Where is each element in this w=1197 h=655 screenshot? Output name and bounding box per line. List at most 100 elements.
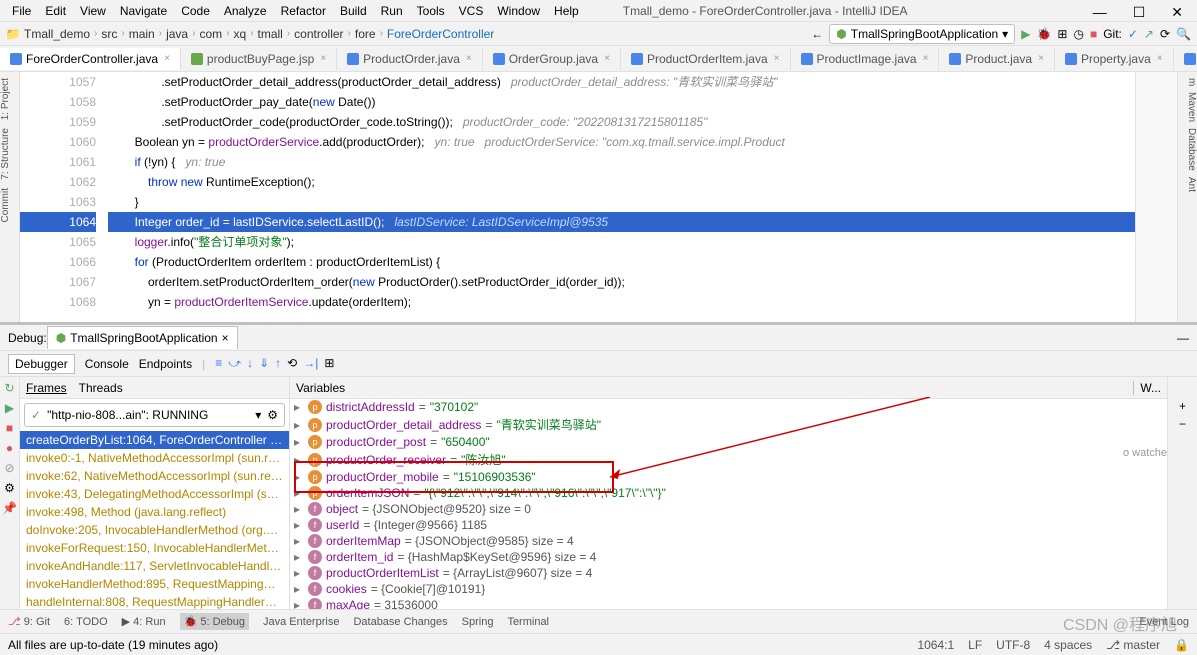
remove-watch-icon[interactable]: − [1179, 417, 1186, 431]
menu-help[interactable]: Help [548, 2, 585, 20]
editor-tab[interactable]: ProductOrder.java× [337, 48, 483, 70]
editor-tab[interactable]: ProductImage.java× [791, 48, 940, 70]
variable-row[interactable]: ▸fproductOrderItemList = {ArrayList@9607… [294, 565, 1167, 581]
close-tab-icon[interactable]: × [923, 53, 929, 64]
menu-build[interactable]: Build [334, 2, 373, 20]
variable-row[interactable]: ▸fuserId = {Integer@9566} 1185 [294, 517, 1167, 533]
resume-icon[interactable]: ▶ [5, 401, 14, 415]
variable-row[interactable]: ▸fcookies = {Cookie[7]@10191} [294, 581, 1167, 597]
crumb-class[interactable]: ForeOrderController [387, 27, 494, 41]
terminal-tool[interactable]: Terminal [507, 616, 549, 628]
editor-tab[interactable]: Property.java× [1055, 48, 1174, 70]
close-tab-icon[interactable]: × [164, 53, 170, 64]
watches-label[interactable]: W... [1133, 381, 1161, 395]
run-to-cursor-icon[interactable]: →| [303, 356, 318, 371]
variable-row[interactable]: ▸forderItemMap = {JSONObject@9585} size … [294, 533, 1167, 549]
run-icon[interactable]: ▶ [1021, 27, 1030, 41]
expand-icon[interactable]: ▸ [294, 418, 304, 432]
search-icon[interactable]: 🔍 [1176, 27, 1191, 41]
variable-row[interactable]: ▸pproductOrder_detail_address = "青软实训菜鸟驿… [294, 415, 1167, 434]
git-tool[interactable]: ⎇ 9: Git [8, 615, 50, 628]
close-tab-icon[interactable]: × [1038, 53, 1044, 64]
close-tab-icon[interactable]: × [774, 53, 780, 64]
todo-tool[interactable]: 6: TODO [64, 616, 108, 628]
close-tab-icon[interactable]: × [604, 53, 610, 64]
crumb[interactable]: Tmall_demo [24, 27, 90, 41]
variables-list[interactable]: ▸pdistrictAddressId = "370102"▸pproductO… [290, 399, 1167, 609]
endpoints-tab[interactable]: Endpoints [139, 357, 192, 371]
crumb[interactable]: controller [294, 27, 343, 41]
debug-icon[interactable]: 🐞 [1036, 27, 1051, 41]
console-tab[interactable]: Console [85, 357, 129, 371]
editor-tab[interactable]: ProductOrderItem.java× [621, 48, 791, 70]
frames-tab[interactable]: Frames [26, 381, 67, 395]
code-editor[interactable]: 1057105810591060106110621063106410651066… [20, 72, 1177, 322]
debug-tool[interactable]: 🐞 5: Debug [180, 613, 249, 630]
git-update-icon[interactable]: ✓ [1128, 27, 1138, 41]
maven-label[interactable]: Maven [1178, 92, 1197, 122]
expand-icon[interactable]: ▸ [294, 598, 304, 609]
variable-row[interactable]: ▸fmaxAge = 31536000 [294, 597, 1167, 609]
stack-frame[interactable]: doInvoke:205, InvocableHandlerMethod (or… [20, 521, 289, 539]
lock-icon[interactable]: 🔒 [1174, 638, 1189, 652]
debugger-tab[interactable]: Debugger [8, 354, 75, 374]
coverage-icon[interactable]: ⊞ [1057, 27, 1067, 41]
stack-frame[interactable]: invokeAndHandle:117, ServletInvocableHan… [20, 557, 289, 575]
expand-icon[interactable]: ▸ [294, 534, 304, 548]
git-push-icon[interactable]: ↗ [1144, 27, 1154, 41]
stack-frame[interactable]: invoke:62, NativeMethodAccessorImpl (sun… [20, 467, 289, 485]
git-branch[interactable]: ⎇ master [1106, 638, 1160, 652]
expand-icon[interactable]: ▸ [294, 470, 304, 484]
close-tab-icon[interactable]: × [1157, 53, 1163, 64]
menu-run[interactable]: Run [375, 2, 409, 20]
variable-row[interactable]: ▸pdistrictAddressId = "370102" [294, 399, 1167, 415]
expand-icon[interactable]: ▸ [294, 566, 304, 580]
add-watch-icon[interactable]: + [1179, 399, 1186, 413]
event-log[interactable]: Event Log [1139, 616, 1189, 628]
filter-icon[interactable]: ⚙ [267, 408, 278, 422]
structure-tool[interactable]: 7: Structure [0, 128, 19, 180]
variable-row[interactable]: ▸forderItem_id = {HashMap$KeySet@9596} s… [294, 549, 1167, 565]
close-tab-icon[interactable]: × [222, 331, 229, 345]
crumb[interactable]: com [199, 27, 222, 41]
crumb[interactable]: main [129, 27, 155, 41]
encoding[interactable]: UTF-8 [996, 638, 1030, 652]
editor-tab[interactable]: Proper× [1174, 48, 1197, 70]
expand-icon[interactable]: ▸ [294, 518, 304, 532]
step-out-icon[interactable]: ↑ [275, 356, 281, 371]
variable-row[interactable]: ▸pproductOrder_post = "650400" [294, 434, 1167, 450]
menu-window[interactable]: Window [491, 2, 546, 20]
database-tool[interactable]: Database [1178, 128, 1197, 171]
editor-tab[interactable]: productBuyPage.jsp× [181, 48, 337, 70]
editor-tab[interactable]: Product.java× [939, 48, 1055, 70]
maven-tool[interactable]: m [1178, 78, 1197, 86]
menu-code[interactable]: Code [175, 2, 216, 20]
stack-frame[interactable]: invoke0:-1, NativeMethodAccessorImpl (su… [20, 449, 289, 467]
expand-icon[interactable]: ▸ [294, 486, 304, 500]
step-over-icon[interactable]: ⤻ [228, 356, 241, 371]
evaluate-icon[interactable]: ⊞ [324, 356, 334, 371]
stack-frame[interactable]: createOrderByList:1064, ForeOrderControl… [20, 431, 289, 449]
back-icon[interactable]: ← [811, 27, 823, 41]
crumb[interactable]: xq [233, 27, 246, 41]
project-tool[interactable]: 1: Project [0, 78, 19, 120]
expand-icon[interactable]: ▸ [294, 582, 304, 596]
stop-icon[interactable]: ■ [1090, 27, 1097, 41]
show-exec-icon[interactable]: ≡ [215, 356, 222, 371]
breakpoints-icon[interactable]: ● [6, 441, 13, 455]
stack-frame[interactable]: invokeHandlerMethod:895, RequestMappingH… [20, 575, 289, 593]
crumb[interactable]: tmall [257, 27, 282, 41]
stack-frame[interactable]: invokeForRequest:150, InvocableHandlerMe… [20, 539, 289, 557]
force-step-into-icon[interactable]: ⇓ [259, 356, 269, 371]
menu-file[interactable]: File [6, 2, 37, 20]
code-area[interactable]: .setProductOrder_detail_address(productO… [108, 72, 1135, 322]
settings-icon[interactable]: ⚙ [4, 481, 15, 495]
menu-analyze[interactable]: Analyze [218, 2, 273, 20]
caret-position[interactable]: 1064:1 [917, 638, 954, 652]
menu-tools[interactable]: Tools [411, 2, 451, 20]
variable-row[interactable]: ▸porderItemJSON = "{\"912\":\"\",\"914\"… [294, 485, 1167, 501]
frames-list[interactable]: createOrderByList:1064, ForeOrderControl… [20, 431, 289, 609]
crumb[interactable]: fore [355, 27, 376, 41]
pin-icon[interactable]: 📌 [2, 501, 17, 515]
expand-icon[interactable]: ▸ [294, 400, 304, 414]
